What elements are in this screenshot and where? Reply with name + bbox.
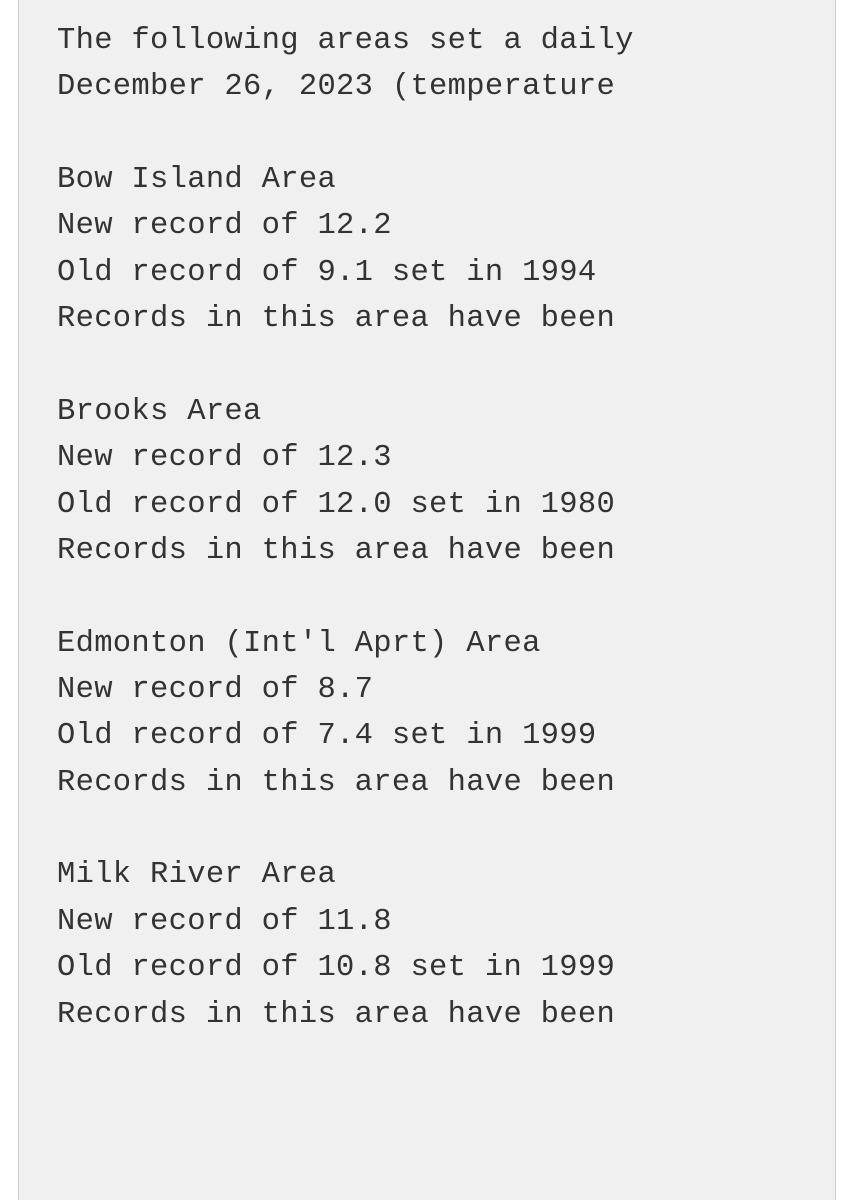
document-container: The following areas set a daily December… [18, 0, 836, 1200]
new-record: New record of 8.7 [57, 673, 373, 707]
old-record: Old record of 12.0 set in 1980 [57, 488, 615, 522]
old-record: Old record of 7.4 set in 1999 [57, 719, 597, 753]
area-name: Bow Island Area [57, 163, 336, 197]
area-name: Edmonton (Int'l Aprt) Area [57, 627, 541, 661]
new-record: New record of 11.8 [57, 905, 392, 939]
records-note: Records in this area have been [57, 302, 615, 336]
new-record: New record of 12.3 [57, 441, 392, 475]
records-note: Records in this area have been [57, 534, 615, 568]
area-name: Milk River Area [57, 858, 336, 892]
old-record: Old record of 10.8 set in 1999 [57, 951, 615, 985]
records-note: Records in this area have been [57, 998, 615, 1032]
records-note: Records in this area have been [57, 766, 615, 800]
old-record: Old record of 9.1 set in 1994 [57, 256, 597, 290]
new-record: New record of 12.2 [57, 209, 392, 243]
header-line-2: December 26, 2023 (temperature [57, 70, 615, 104]
area-name: Brooks Area [57, 395, 262, 429]
header-line-1: The following areas set a daily [57, 24, 634, 58]
document-content: The following areas set a daily December… [57, 18, 835, 1038]
